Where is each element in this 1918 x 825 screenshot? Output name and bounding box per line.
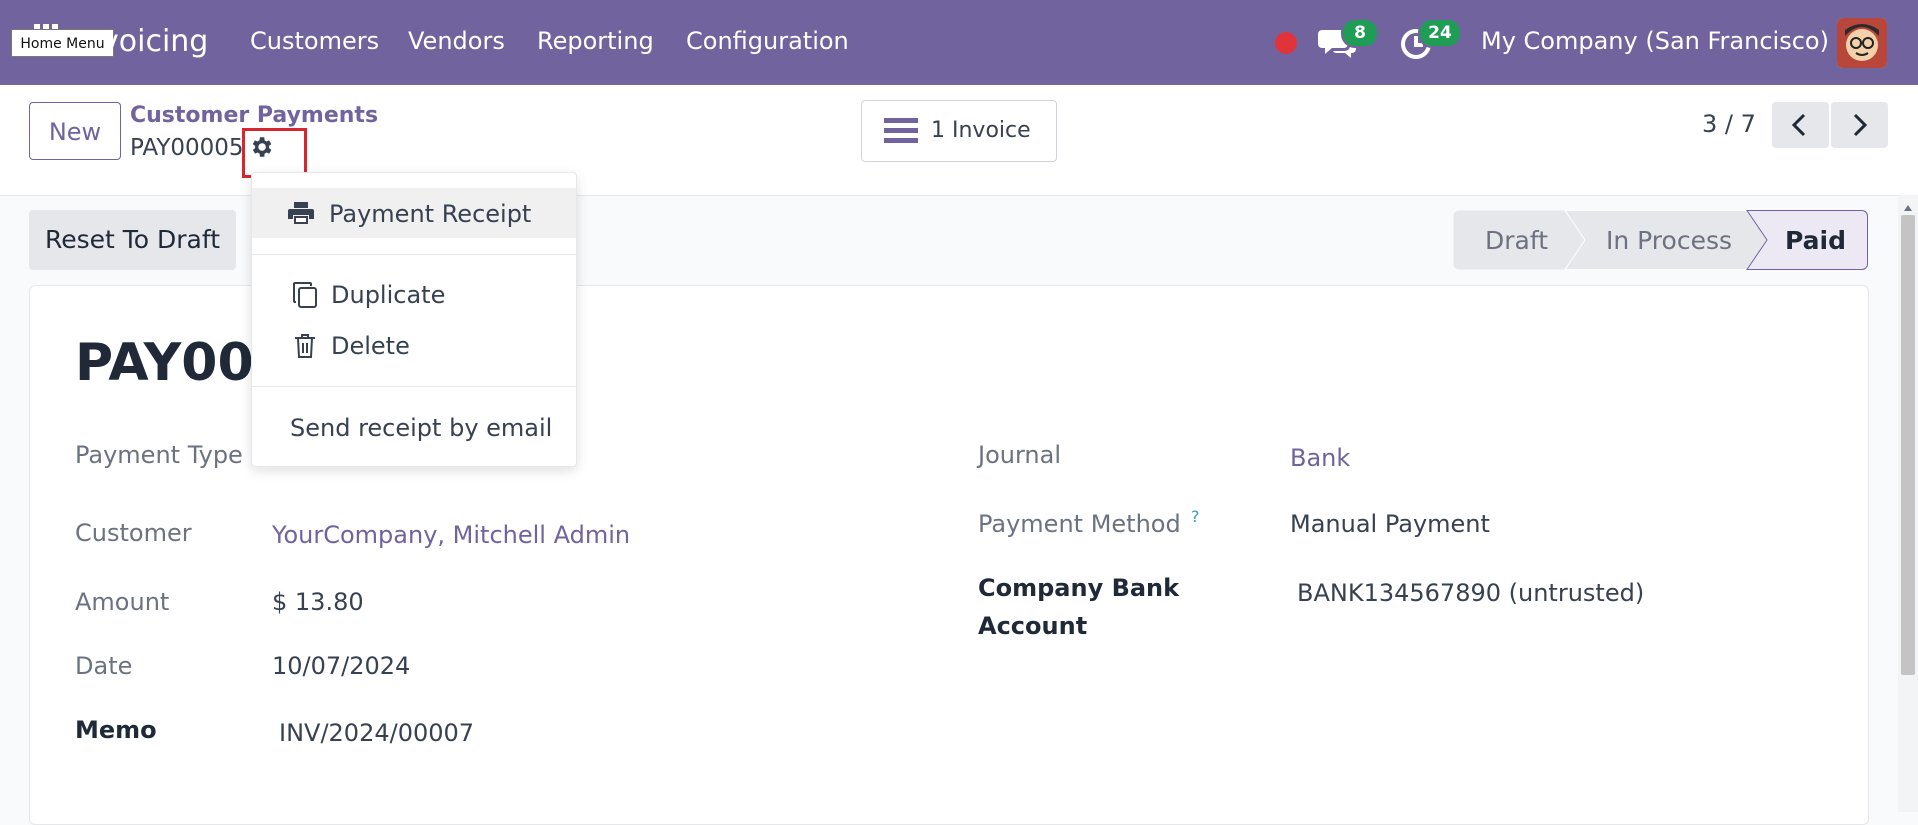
reset-to-draft-button[interactable]: Reset To Draft	[29, 210, 236, 270]
gear-actions-dropdown: Payment Receipt Duplicate Delete Send re…	[251, 172, 577, 467]
stage-in-process[interactable]: In Process	[1606, 226, 1732, 255]
company-switcher[interactable]: My Company (San Francisco)	[1481, 27, 1829, 55]
company-bank-account-label-line1: Company Bank	[978, 574, 1180, 602]
payment-receipt-label: Payment Receipt	[329, 200, 532, 228]
menu-item-send-receipt-by-email[interactable]: Send receipt by email	[252, 402, 576, 452]
send-receipt-label: Send receipt by email	[290, 414, 553, 442]
customer-field[interactable]: YourCompany, Mitchell Admin	[272, 521, 630, 549]
company-bank-account-field[interactable]: BANK134567890 (untrusted)	[1297, 579, 1644, 607]
customer-label: Customer	[75, 519, 192, 547]
journal-label: Journal	[978, 441, 1062, 469]
invoice-button-label: 1 Invoice	[931, 118, 1031, 143]
date-label: Date	[75, 652, 133, 680]
dropdown-divider	[252, 386, 576, 387]
pager-previous-button[interactable]	[1772, 102, 1829, 148]
date-field[interactable]: 10/07/2024	[272, 652, 410, 680]
chevron-right-icon	[1853, 113, 1868, 137]
stage-draft[interactable]: Draft	[1485, 226, 1548, 255]
company-bank-account-label-line2: Account	[978, 612, 1088, 640]
gear-highlight-box	[242, 128, 307, 178]
amount-label: Amount	[75, 588, 170, 616]
menu-vendors[interactable]: Vendors	[408, 27, 505, 55]
breadcrumb-record-name: PAY00005	[130, 135, 244, 161]
memo-field[interactable]: INV/2024/00007	[279, 719, 474, 747]
journal-field[interactable]: Bank	[1290, 444, 1350, 472]
duplicate-icon	[293, 282, 317, 308]
printer-icon	[288, 202, 314, 224]
scrollbar-thumb[interactable]	[1901, 215, 1915, 675]
trash-icon	[295, 334, 315, 358]
breadcrumb-customer-payments[interactable]: Customer Payments	[130, 103, 378, 128]
menu-reporting[interactable]: Reporting	[537, 27, 654, 55]
pager-next-button[interactable]	[1831, 102, 1888, 148]
payment-method-field[interactable]: Manual Payment	[1290, 510, 1490, 538]
recording-indicator-icon[interactable]	[1275, 32, 1297, 54]
new-button[interactable]: New	[29, 102, 121, 160]
user-avatar[interactable]	[1837, 18, 1887, 68]
delete-label: Delete	[331, 332, 410, 360]
pager-value[interactable]: 3 / 7	[1702, 110, 1756, 138]
home-menu-tooltip: Home Menu	[11, 29, 114, 57]
activities-count-badge: 24	[1418, 18, 1462, 48]
menu-configuration[interactable]: Configuration	[686, 27, 849, 55]
payment-type-label: Payment Type	[75, 441, 243, 469]
messages-count-badge: 8	[1341, 18, 1379, 48]
menu-customers[interactable]: Customers	[250, 27, 379, 55]
menu-item-payment-receipt[interactable]: Payment Receipt	[252, 188, 576, 238]
app-title[interactable]: voicing	[101, 24, 208, 59]
menu-item-duplicate[interactable]: Duplicate	[252, 269, 576, 319]
status-bar: Draft In Process Paid	[1453, 210, 1868, 270]
amount-field[interactable]: $ 13.80	[272, 588, 364, 616]
help-tooltip-icon[interactable]: ?	[1191, 507, 1200, 526]
memo-label: Memo	[75, 716, 157, 744]
chevron-left-icon	[1791, 113, 1806, 137]
duplicate-label: Duplicate	[331, 281, 446, 309]
dropdown-divider	[252, 254, 576, 255]
menu-item-delete[interactable]: Delete	[252, 320, 576, 370]
list-icon	[884, 117, 918, 149]
stage-paid[interactable]: Paid	[1785, 226, 1846, 255]
payment-method-label: Payment Method	[978, 510, 1181, 538]
